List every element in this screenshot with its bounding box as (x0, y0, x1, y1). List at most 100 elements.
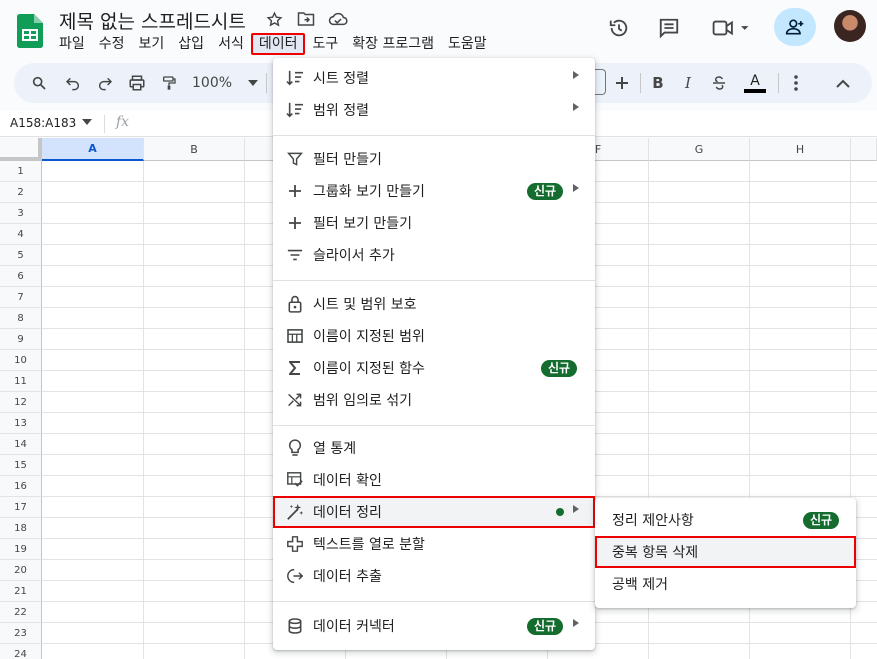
sheets-logo-icon[interactable] (17, 14, 43, 48)
submenu-arrow-icon (573, 619, 579, 627)
row-header[interactable]: 5 (0, 245, 42, 266)
menu-item-sort-range[interactable]: 범위 정렬 (273, 94, 595, 126)
increase-font-size-icon[interactable] (612, 71, 632, 95)
extract-icon (285, 566, 305, 586)
column-header-b[interactable]: B (144, 138, 245, 161)
paint-format-icon[interactable] (158, 71, 180, 95)
move-folder-icon[interactable] (296, 9, 316, 29)
menu-item-protect-sheets[interactable]: 시트 및 범위 보호 (273, 288, 595, 320)
data-cleanup-submenu: 정리 제안사항 신규 중복 항목 삭제 공백 제거 (595, 498, 856, 608)
menu-view[interactable]: 보기 (132, 33, 172, 55)
menu-help[interactable]: 도움말 (441, 33, 494, 55)
column-header-i[interactable] (851, 138, 877, 161)
row-header[interactable]: 12 (0, 392, 42, 413)
sort-range-icon (285, 100, 305, 120)
menu-format[interactable]: 서식 (211, 33, 251, 55)
row-header[interactable]: 23 (0, 623, 42, 644)
menu-divider (273, 280, 595, 281)
row-header[interactable]: 4 (0, 224, 42, 245)
star-icon[interactable] (264, 9, 284, 29)
font-size-field[interactable] (595, 69, 606, 95)
document-title[interactable]: 제목 없는 스프레드시트 (59, 7, 246, 34)
text-color-icon[interactable]: A (742, 71, 768, 95)
submenu-item-remove-duplicates[interactable]: 중복 항목 삭제 (595, 536, 856, 568)
row-header[interactable]: 16 (0, 476, 42, 497)
row-header[interactable]: 1 (0, 161, 42, 182)
menu-item-column-stats[interactable]: 열 통계 (273, 432, 595, 464)
zoom-select[interactable]: 100% (192, 71, 258, 95)
menu-item-data-validation[interactable]: 데이터 확인 (273, 464, 595, 496)
undo-icon[interactable] (62, 71, 84, 95)
row-header[interactable]: 11 (0, 371, 42, 392)
menu-item-data-cleanup[interactable]: 데이터 정리 (273, 496, 595, 528)
menu-item-randomize-range[interactable]: 범위 임의로 섞기 (273, 384, 595, 416)
name-box-chevron-icon[interactable] (82, 119, 92, 125)
column-header-g[interactable]: G (649, 138, 750, 161)
more-options-icon[interactable] (786, 71, 806, 95)
slicer-icon (285, 245, 305, 265)
menu-item-split-text[interactable]: 텍스트를 열로 분할 (273, 528, 595, 560)
column-header-a[interactable]: A (42, 138, 144, 161)
new-badge: 신규 (527, 618, 564, 635)
menu-item-data-extraction[interactable]: 데이터 추출 (273, 560, 595, 592)
row-header[interactable]: 19 (0, 539, 42, 560)
menu-extensions[interactable]: 확장 프로그램 (345, 33, 441, 55)
menu-item-add-slicer[interactable]: 슬라이서 추가 (273, 239, 595, 271)
menu-item-sort-sheet[interactable]: 시트 정렬 (273, 62, 595, 94)
cloud-status-icon[interactable] (328, 9, 348, 29)
menu-item-create-filter-view[interactable]: 필터 보기 만들기 (273, 207, 595, 239)
column-header-h[interactable]: H (750, 138, 851, 161)
row-header[interactable]: 6 (0, 266, 42, 287)
submenu-item-trim-whitespace[interactable]: 공백 제거 (595, 568, 856, 600)
row-header[interactable]: 13 (0, 413, 42, 434)
redo-icon[interactable] (94, 71, 116, 95)
collapse-menus-icon[interactable] (832, 71, 854, 95)
row-header[interactable]: 15 (0, 455, 42, 476)
menu-item-create-group-view[interactable]: 그룹화 보기 만들기 신규 (273, 175, 595, 207)
name-box[interactable]: A158:A183 (10, 116, 76, 130)
filter-icon (285, 149, 305, 169)
menu-item-named-functions[interactable]: 이름이 지정된 함수 신규 (273, 352, 595, 384)
submenu-item-cleanup-suggestions[interactable]: 정리 제안사항 신규 (595, 504, 856, 536)
print-icon[interactable] (126, 71, 148, 95)
row-header[interactable]: 7 (0, 287, 42, 308)
row-header[interactable]: 2 (0, 182, 42, 203)
row-header[interactable]: 17 (0, 497, 42, 518)
avatar[interactable] (834, 10, 866, 42)
search-menus-icon[interactable] (28, 71, 50, 95)
italic-icon[interactable]: I (678, 71, 698, 95)
share-button[interactable] (774, 8, 816, 46)
row-header[interactable]: 24 (0, 644, 42, 659)
split-icon (285, 534, 305, 554)
submenu-arrow-icon (573, 71, 579, 79)
row-header[interactable]: 22 (0, 602, 42, 623)
comments-icon[interactable] (651, 10, 687, 46)
row-header[interactable]: 10 (0, 350, 42, 371)
row-header[interactable]: 9 (0, 329, 42, 350)
history-icon[interactable] (601, 10, 637, 46)
menu-edit[interactable]: 수정 (92, 33, 132, 55)
menu-file[interactable]: 파일 (52, 33, 92, 55)
menu-item-data-connectors[interactable]: 데이터 커넥터 신규 (273, 610, 595, 642)
row-header[interactable]: 20 (0, 560, 42, 581)
meet-icon[interactable] (707, 10, 755, 46)
row-header[interactable]: 21 (0, 581, 42, 602)
gridline (244, 161, 245, 659)
menu-item-create-filter[interactable]: 필터 만들기 (273, 143, 595, 175)
menu-data[interactable]: 데이터 (250, 33, 306, 55)
menu-insert[interactable]: 삽입 (171, 33, 211, 55)
bold-icon[interactable]: B (648, 71, 668, 95)
menu-tools[interactable]: 도구 (305, 33, 345, 55)
text-color-letter: A (750, 73, 760, 89)
row-header[interactable]: 3 (0, 203, 42, 224)
row-header[interactable]: 14 (0, 434, 42, 455)
data-validation-icon (285, 470, 305, 490)
gridline (143, 161, 144, 659)
row-header[interactable]: 8 (0, 308, 42, 329)
row-header[interactable]: 18 (0, 518, 42, 539)
strikethrough-icon[interactable] (708, 71, 730, 95)
select-all-corner[interactable] (0, 138, 42, 161)
add-person-icon (785, 19, 804, 35)
menu-item-named-ranges[interactable]: 이름이 지정된 범위 (273, 320, 595, 352)
zoom-value: 100% (192, 75, 233, 91)
